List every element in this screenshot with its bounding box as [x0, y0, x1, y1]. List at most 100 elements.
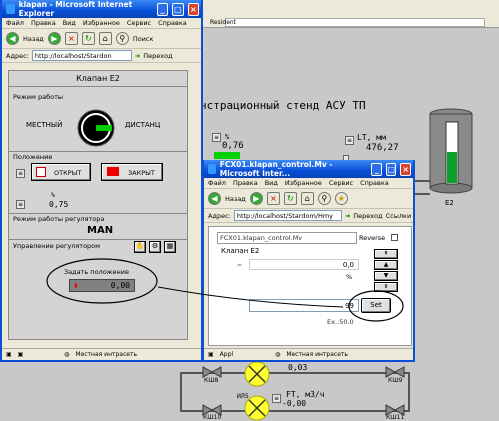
- menu-edit[interactable]: Правка: [31, 19, 56, 27]
- page-icon: ▣: [6, 351, 12, 358]
- resident-label: Resident: [210, 19, 237, 26]
- ft-tag-button[interactable]: ≡: [272, 394, 281, 403]
- menu-view[interactable]: Вид: [63, 19, 76, 27]
- address-input[interactable]: http://localhost/Stardom/Hmy: [233, 210, 342, 221]
- menu-file[interactable]: Файл: [6, 19, 24, 27]
- popup-status-bar: ▣ Appl ◍ Местная интрасеть: [204, 348, 413, 360]
- go-button[interactable]: Переход: [353, 212, 382, 220]
- open-label: ОТКРЫТ: [54, 169, 82, 177]
- ft-value: -0,00: [282, 399, 307, 408]
- flow-meter-icon: [244, 361, 270, 387]
- address-label: Адрес:: [208, 211, 231, 220]
- window-titlebar[interactable]: klapan - Microsoft Internet Explorer _ □…: [2, 0, 201, 18]
- mode-switch[interactable]: [76, 108, 116, 148]
- range-hint: Ex.:50.0: [327, 318, 354, 326]
- popup-menu-bar: Файл Правка Вид Избранное Сервис Справка: [204, 178, 413, 189]
- intranet-icon: ◍: [275, 351, 281, 358]
- menu-help[interactable]: Справка: [158, 19, 187, 27]
- reg-mode-label: Режим работы регулятора: [13, 215, 105, 223]
- minimize-button[interactable]: _: [371, 162, 382, 176]
- status-text: Местная интрасеть: [286, 351, 348, 358]
- bg-level-bar: [214, 152, 240, 159]
- lt-value: 476,27: [366, 143, 399, 153]
- position-tag-button[interactable]: ≡: [16, 169, 25, 178]
- refresh-icon[interactable]: ↻: [283, 192, 297, 205]
- reverse-checkbox[interactable]: [391, 234, 398, 241]
- tank-label: E2: [445, 199, 454, 207]
- bg-pct: %: [225, 133, 230, 141]
- close-button[interactable]: ×: [187, 2, 200, 16]
- refresh-icon[interactable]: ↻: [81, 32, 95, 45]
- back-icon[interactable]: ◀: [208, 192, 221, 205]
- grid-icon[interactable]: ▦: [164, 241, 176, 253]
- menu-tools[interactable]: Сервис: [127, 19, 151, 27]
- search-label[interactable]: Поиск: [133, 35, 154, 43]
- back-label[interactable]: Назад: [23, 35, 44, 43]
- maximize-button[interactable]: □: [172, 2, 184, 16]
- status-left: Appl: [219, 351, 234, 358]
- open-button[interactable]: ОТКРЫТ: [31, 163, 91, 181]
- address-input[interactable]: http://localhost/Stardon: [31, 50, 132, 61]
- toolbar: ◀ Назад ▶ × ↻ ⌂ ⚲ Поиск: [2, 29, 201, 49]
- back-icon[interactable]: ◀: [6, 32, 19, 45]
- favorites-icon[interactable]: ★: [334, 192, 348, 205]
- popup-content: FCX01.klapan_control.Mv Reverse Клапан E…: [208, 226, 412, 346]
- pos-value-tag-button[interactable]: ≡: [16, 200, 25, 209]
- valve-label: КШ11: [386, 414, 405, 421]
- flow-value: 0,03: [288, 363, 308, 372]
- background-toolbar: Resident: [190, 0, 499, 28]
- close-button[interactable]: ×: [400, 162, 411, 176]
- hand-icon[interactable]: ✋: [134, 241, 146, 253]
- menu-help[interactable]: Справка: [360, 179, 389, 187]
- minimize-button[interactable]: _: [156, 2, 169, 16]
- fast-up-button[interactable]: ⇞: [374, 249, 398, 259]
- highlight-ellipse: [46, 258, 158, 304]
- maximize-button[interactable]: □: [385, 162, 397, 176]
- stop-icon[interactable]: ×: [266, 192, 280, 205]
- value-pct: %: [346, 273, 353, 281]
- value-display: 0,0: [249, 259, 359, 270]
- menu-tools[interactable]: Сервис: [329, 179, 353, 187]
- status-text: Местная интрасеть: [75, 351, 137, 358]
- search-icon[interactable]: ⚲: [115, 32, 129, 45]
- go-icon[interactable]: ➜: [345, 212, 350, 220]
- step-up-button[interactable]: ▲: [374, 260, 398, 270]
- valve-name: Клапан E2: [221, 247, 260, 255]
- popup-titlebar[interactable]: FCX01.klapan_control.Mv - Microsoft Inte…: [204, 160, 413, 178]
- go-icon[interactable]: ➜: [135, 52, 140, 60]
- pos-value: 0,75: [49, 200, 69, 209]
- popup-toolbar: ◀ Назад ▶ × ↻ ⌂ ⚲ ★: [204, 189, 413, 209]
- step-down-button[interactable]: ▼: [374, 271, 398, 281]
- home-icon[interactable]: ⌂: [300, 192, 314, 205]
- tank-e2: [428, 108, 474, 194]
- valve-label: КШ10: [203, 414, 222, 421]
- search-icon[interactable]: ⚲: [317, 192, 331, 205]
- setpoint-input[interactable]: 99: [249, 299, 359, 312]
- home-icon[interactable]: ⌂: [98, 32, 112, 45]
- bg-tag-button[interactable]: ≡: [212, 133, 221, 142]
- close-valve-button[interactable]: ЗАКРЫТ: [101, 163, 163, 181]
- closed-label: ЗАКРЫТ: [128, 169, 155, 177]
- links-label[interactable]: Ссылки: [386, 212, 412, 220]
- scada-title: нстрационный стенд АСУ ТП: [200, 99, 366, 112]
- mode-label: Режим работы: [13, 93, 63, 101]
- lt-tag-button[interactable]: ≡: [345, 136, 354, 145]
- remote-label: ДИСТАНЦ: [125, 121, 161, 129]
- popup-address-bar: Адрес: http://localhost/Stardom/Hmy ➜ Пе…: [204, 209, 413, 223]
- menu-view[interactable]: Вид: [265, 179, 278, 187]
- forward-icon[interactable]: ▶: [47, 32, 61, 45]
- stop-icon[interactable]: ×: [64, 32, 78, 45]
- control-popup-window: FCX01.klapan_control.Mv - Microsoft Inte…: [202, 160, 415, 362]
- reg-mode-value: MAN: [87, 225, 114, 236]
- menu-edit[interactable]: Правка: [233, 179, 258, 187]
- pos-pct: %: [51, 191, 55, 199]
- go-button[interactable]: Переход: [143, 52, 172, 60]
- sp-marker: =: [237, 262, 243, 269]
- menu-favorites[interactable]: Избранное: [83, 19, 120, 27]
- forward-icon[interactable]: ▶: [249, 192, 263, 205]
- settings-icon[interactable]: ⚙: [149, 241, 161, 253]
- menu-file[interactable]: Файл: [208, 179, 226, 187]
- back-label[interactable]: Назад: [225, 195, 246, 203]
- il5-label: ИЛ5: [237, 392, 249, 400]
- menu-favorites[interactable]: Избранное: [285, 179, 322, 187]
